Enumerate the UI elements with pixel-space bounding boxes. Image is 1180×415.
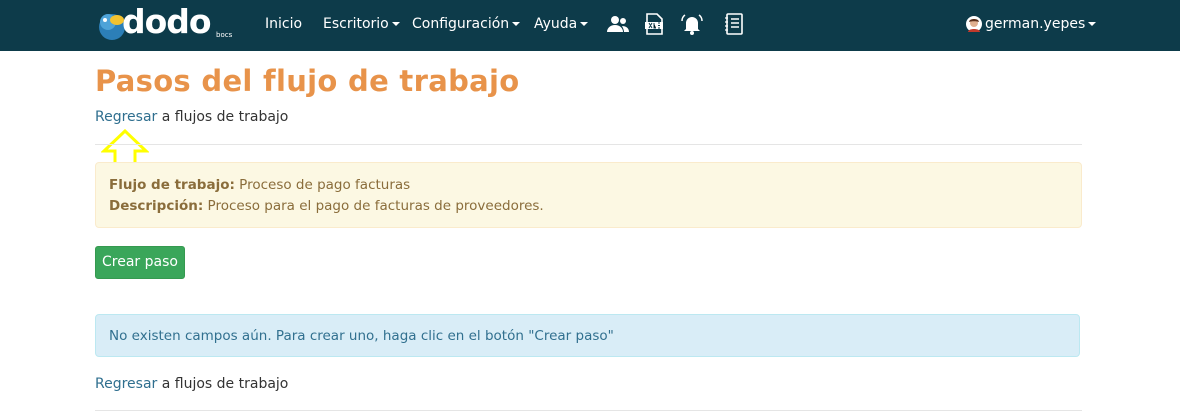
back-link[interactable]: Regresar	[95, 109, 157, 125]
chevron-down-icon	[512, 22, 521, 26]
nav-ayuda-label: Ayuda	[534, 16, 578, 32]
description-value: Proceso para el pago de facturas de prov…	[203, 198, 544, 214]
nav-escritorio[interactable]: Escritorio	[323, 0, 400, 51]
footer-divider	[95, 410, 1082, 411]
user-avatar-icon	[966, 16, 982, 32]
bell-icon[interactable]	[680, 12, 704, 36]
document-list-icon[interactable]	[722, 12, 746, 36]
empty-state-message: No existen campos aún. Para crear uno, h…	[95, 314, 1080, 357]
chevron-down-icon	[1088, 22, 1097, 26]
workflow-value: Proceso de pago facturas	[234, 177, 411, 193]
top-navbar: dodo bocs Inicio Escritorio Configuració…	[0, 0, 1180, 51]
divider	[95, 144, 1082, 145]
users-icon[interactable]	[606, 12, 630, 36]
page-title: Pasos del flujo de trabajo	[95, 64, 520, 98]
back-link-text: a flujos de trabajo	[157, 109, 289, 125]
chevron-down-icon	[391, 22, 400, 26]
workflow-name-row: Flujo de trabajo: Proceso de pago factur…	[109, 177, 410, 193]
nav-inicio[interactable]: Inicio	[265, 0, 302, 51]
brand-subtext: bocs	[216, 31, 233, 39]
footer-back-link-text: a flujos de trabajo	[157, 376, 289, 392]
brand-name: dodo	[122, 2, 212, 41]
workflow-label: Flujo de trabajo:	[109, 177, 235, 193]
nav-inicio-label: Inicio	[265, 16, 303, 32]
description-label: Descripción:	[109, 198, 204, 214]
nav-configuracion-label: Configuración	[412, 16, 510, 32]
brand-logo[interactable]: dodo bocs	[95, 2, 245, 46]
footer-back-link[interactable]: Regresar	[95, 376, 157, 392]
user-menu[interactable]: german.yepes	[985, 0, 1097, 51]
xlsx-file-icon[interactable]	[642, 12, 666, 36]
nav-configuracion[interactable]: Configuración	[412, 0, 521, 51]
nav-ayuda[interactable]: Ayuda	[534, 0, 589, 51]
user-name: german.yepes	[985, 16, 1086, 32]
workflow-info-box: Flujo de trabajo: Proceso de pago factur…	[95, 162, 1082, 228]
nav-escritorio-label: Escritorio	[323, 16, 389, 32]
workflow-description-row: Descripción: Proceso para el pago de fac…	[109, 198, 544, 214]
back-to-workflows: Regresar a flujos de trabajo	[95, 109, 288, 125]
chevron-down-icon	[580, 22, 589, 26]
create-step-button[interactable]: Crear paso	[95, 246, 185, 279]
footer-back-to-workflows: Regresar a flujos de trabajo	[95, 376, 288, 392]
